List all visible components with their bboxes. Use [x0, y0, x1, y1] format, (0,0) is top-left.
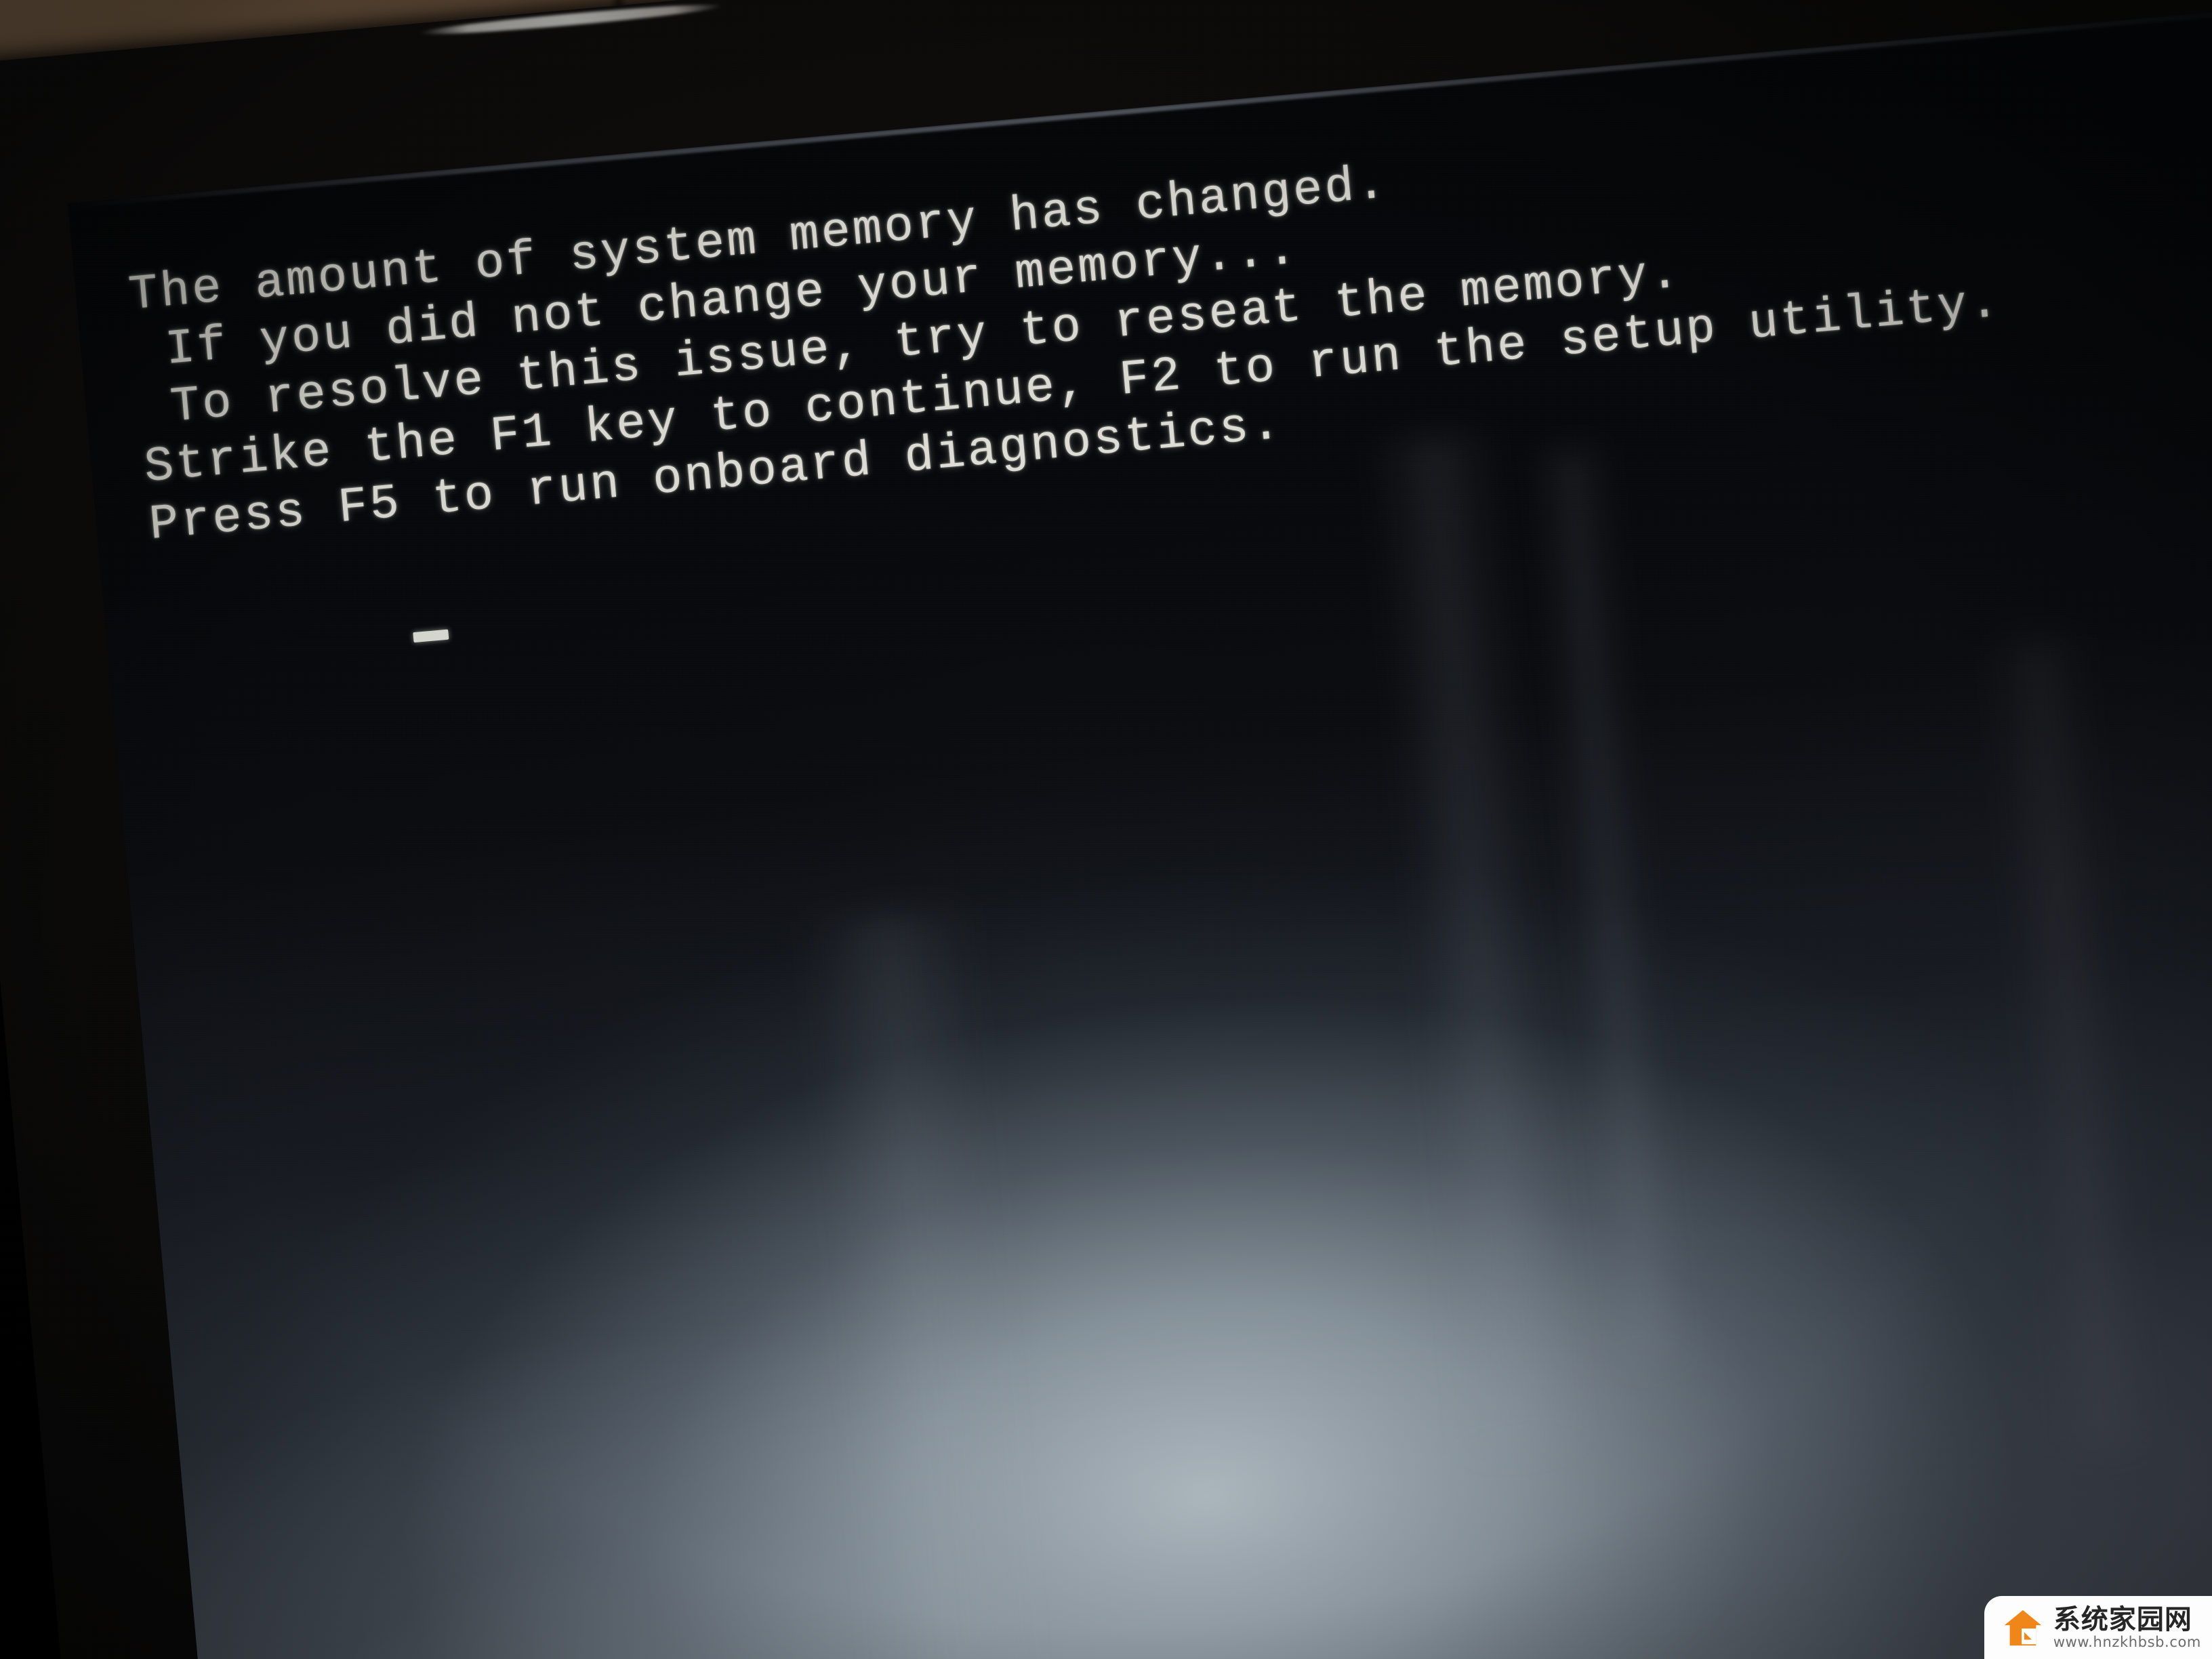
monitor-screen[interactable]: The amount of system memory has changed.…	[68, 0, 2212, 1659]
house-arrow-icon	[2004, 1610, 2041, 1646]
screenshot-root: The amount of system memory has changed.…	[0, 0, 2212, 1659]
watermark-text: 系统家园网 www.hnzkhbsb.com	[2053, 1605, 2201, 1651]
watermark-url: www.hnzkhbsb.com	[2053, 1634, 2201, 1651]
text-cursor-icon	[413, 629, 449, 643]
watermark-site-name: 系统家园网	[2053, 1603, 2192, 1635]
site-watermark: 系统家园网 www.hnzkhbsb.com	[1984, 1595, 2212, 1659]
